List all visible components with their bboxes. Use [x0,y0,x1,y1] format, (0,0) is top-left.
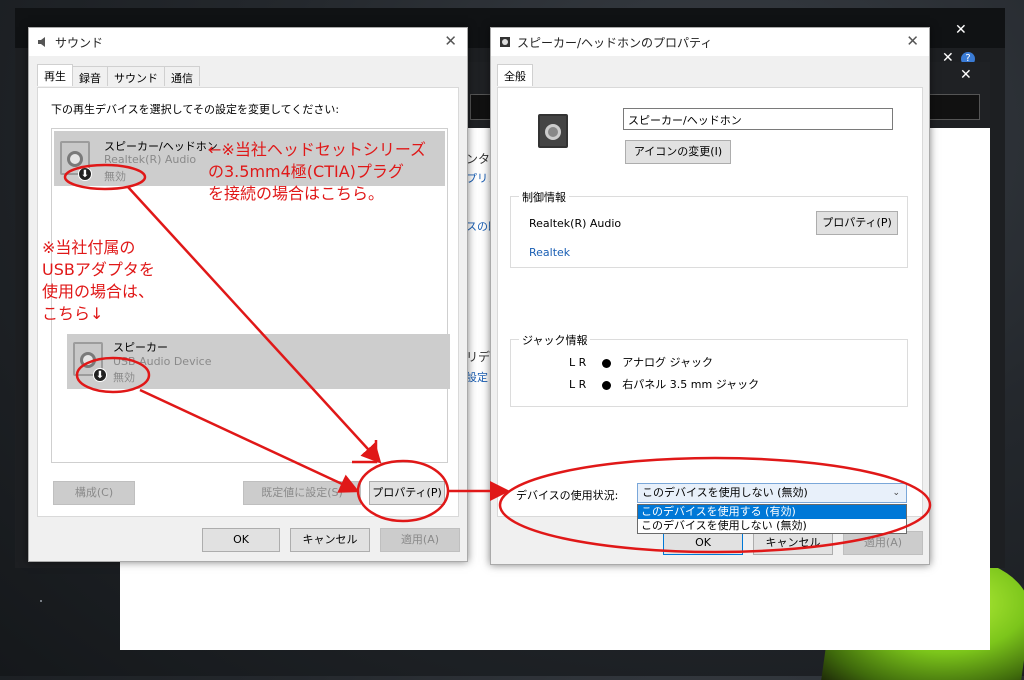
instruction-text: 下の再生デバイスを選択してその設定を変更してください: [51,103,340,116]
controller-group-label: 制御情報 [519,189,569,205]
ok-button[interactable]: OK [663,531,743,555]
annotation-line: 使用の場合は、 [42,282,155,301]
configure-button[interactable]: 構成(C) [53,481,135,505]
cancel-button[interactable]: キャンセル [753,531,833,555]
tab-communications[interactable]: 通信 [164,66,200,86]
ok-button[interactable]: OK [202,528,280,552]
jack-desc: 右パネル 3.5 mm ジャック [622,378,760,391]
device-usage-dropdown[interactable]: このデバイスを使用する (有効) このデバイスを使用しない (無効) [637,504,907,534]
window-title: スピーカー/ヘッドホンのプロパティ [517,36,713,50]
device-usage-select[interactable]: このデバイスを使用しない (無効) ⌄ [637,483,907,503]
bg-fragment: リデ [466,350,491,364]
jack-row: L R 右パネル 3.5 mm ジャック [569,376,759,392]
speaker-icon [500,37,510,47]
device-large-icon [538,114,568,148]
set-default-button[interactable]: 既定値に設定(S) [243,481,361,505]
background-close-icon-3[interactable]: ✕ [960,67,972,83]
usage-option-disable[interactable]: このデバイスを使用しない (無効) [638,519,906,533]
device-name: スピーカー/ヘッドホン [104,140,218,153]
jack-color-dot [601,380,611,390]
annotation-headset: ←※当社ヘッドセットシリーズ の3.5mm4極(CTIA)プラグ を接続の場合は… [208,139,426,205]
general-panel: スピーカー/ヘッドホン アイコンの変更(I) 制御情報 Realtek(R) A… [497,87,923,517]
window-title: サウンド [55,36,104,50]
controller-info-group: 制御情報 Realtek(R) Audio プロパティ(P) Realtek [510,189,908,268]
usage-option-enable[interactable]: このデバイスを使用する (有効) [638,505,906,519]
disabled-arrow-icon: ⬇ [78,167,92,181]
disabled-arrow-icon: ⬇ [93,368,107,382]
controller-properties-button[interactable]: プロパティ(P) [816,211,898,235]
properties-titlebar[interactable]: スピーカー/ヘッドホンのプロパティ ✕ [491,28,929,56]
device-status: 無効 [113,371,135,384]
jack-desc: アナログ ジャック [622,356,714,369]
cancel-button[interactable]: キャンセル [290,528,370,552]
device-item-usb-speaker[interactable]: ⬇ スピーカー USB Audio Device 無効 [67,334,450,389]
jack-channels: L R [569,378,587,391]
vendor-link[interactable]: Realtek [529,246,570,259]
change-icon-button[interactable]: アイコンの変更(I) [625,140,731,164]
annotation-line: ※当社付属の [42,238,136,257]
device-driver: USB Audio Device [113,355,212,368]
jack-group-label: ジャック情報 [519,332,591,348]
close-icon[interactable]: ✕ [906,32,919,50]
jack-info-group: ジャック情報 L R アナログ ジャック L R 右パネル 3.5 mm ジャッ… [510,332,908,407]
device-usage-value: このデバイスを使用しない (無効) [642,486,808,499]
tab-general[interactable]: 全般 [497,64,533,86]
device-name-field[interactable]: スピーカー/ヘッドホン [623,108,893,130]
properties-button[interactable]: プロパティ(P) [369,481,445,505]
tab-sounds[interactable]: サウンド [107,66,165,86]
annotation-line: の3.5mm4極(CTIA)プラグ [208,162,404,181]
jack-color-dot [601,358,611,368]
apply-button[interactable]: 適用(A) [843,531,923,555]
chevron-down-icon[interactable]: ⌄ [892,484,900,502]
controller-name: Realtek(R) Audio [529,217,622,230]
bg-fragment: 設定 [466,371,488,384]
properties-dialog: スピーカー/ヘッドホンのプロパティ ✕ 全般 スピーカー/ヘッドホン アイコンの… [490,27,930,565]
annotation-line: USBアダプタを [42,260,155,279]
sound-titlebar[interactable]: サウンド ✕ [29,28,467,56]
jack-channels: L R [569,356,587,369]
device-name: スピーカー [113,341,168,354]
background-close-icon[interactable]: ✕ [955,22,967,38]
speaker-icon [38,37,45,47]
tab-recording[interactable]: 録音 [72,66,108,86]
annotation-line: を接続の場合はこちら。 [208,184,385,203]
tab-playback[interactable]: 再生 [37,64,73,86]
annotation-line: こちら↓ [42,304,104,323]
annotation-line: ←※当社ヘッドセットシリーズ [208,140,427,159]
annotation-usb: ※当社付属の USBアダプタを 使用の場合は、 こちら↓ [42,237,155,325]
jack-row: L R アナログ ジャック [569,354,713,370]
device-driver: Realtek(R) Audio [104,153,197,166]
device-usage-label: デバイスの使用状況: [516,489,619,502]
apply-button[interactable]: 適用(A) [380,528,460,552]
device-status: 無効 [104,170,126,183]
close-icon[interactable]: ✕ [444,32,457,50]
